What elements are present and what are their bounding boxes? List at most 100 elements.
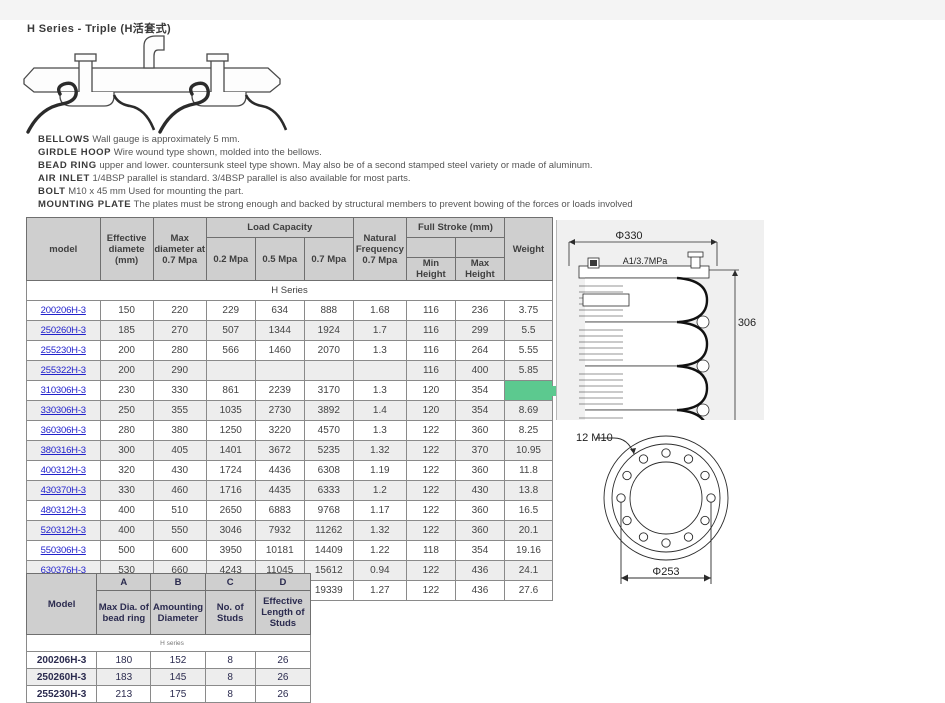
- cell-maxh: 436: [454, 560, 505, 581]
- table-row: 550306H-3 500 600 3950 10181 14409 1.22 118 354 1…: [26, 540, 554, 561]
- cell-model[interactable]: 550306H-3: [26, 540, 101, 561]
- cell-model[interactable]: 480312H-3: [26, 500, 101, 521]
- cell-nf: 1.3: [352, 380, 407, 401]
- note-text: Wall gauge is approximately 5 mm.: [92, 134, 240, 145]
- cell-w: 8.25: [503, 420, 554, 441]
- cell-w: 8.69: [503, 400, 554, 421]
- note-bead-ring: BEAD RING upper and lower. countersunk s…: [38, 159, 593, 172]
- cell-model[interactable]: 255322H-3: [26, 360, 101, 381]
- cell-model[interactable]: 330306H-3: [26, 400, 101, 421]
- header-effective-length-studs: Effective Length of Studs: [254, 590, 312, 635]
- table-row: 400312H-3 320 430 1724 4436 6308 1.19 122 360 11.…: [26, 460, 554, 481]
- cell-eff: 200: [99, 340, 154, 361]
- model-link[interactable]: 200206H-3: [41, 305, 86, 316]
- cell-a: 213: [96, 685, 152, 703]
- cell-l02: 1716: [205, 480, 256, 501]
- cell-w: 7.3: [503, 380, 554, 401]
- note-air-inlet: AIR INLET 1/4BSP parallel is standard. 3…: [38, 172, 568, 185]
- model-link[interactable]: 400312H-3: [41, 465, 86, 476]
- note-girdle-hoop: GIRDLE HOOP Wire wound type shown, molde…: [38, 146, 568, 159]
- cell-l02: 2650: [205, 500, 256, 521]
- cell-model[interactable]: 360306H-3: [26, 420, 101, 441]
- header-model: Model: [25, 573, 98, 635]
- cell-maxh: 236: [454, 300, 505, 321]
- cell-max: 220: [152, 300, 207, 321]
- cell-maxh: 360: [454, 520, 505, 541]
- header-load-02: 0.2 Mpa: [205, 237, 256, 281]
- cell-l02: 861: [205, 380, 256, 401]
- cell-minh: 116: [405, 360, 456, 381]
- note-mounting-plate: MOUNTING PLATE The plates must be strong…: [38, 198, 633, 211]
- cell-eff: 400: [99, 500, 154, 521]
- dimension-table: Model A B C D Max Dia. of bead ring Amou…: [25, 573, 312, 703]
- cell-maxh: 360: [454, 500, 505, 521]
- cell-nf: 1.4: [352, 400, 407, 421]
- table-row: 250260H-3 185 270 507 1344 1924 1.7 116 299 5.5: [26, 320, 554, 341]
- model-link[interactable]: 255230H-3: [41, 345, 86, 356]
- note-term: GIRDLE HOOP: [38, 147, 112, 158]
- cell-model[interactable]: 200206H-3: [26, 300, 101, 321]
- model-link[interactable]: 550306H-3: [41, 545, 86, 556]
- cell-minh: 118: [405, 540, 456, 561]
- cell-l02: 3950: [205, 540, 256, 561]
- cell-eff: 250: [99, 400, 154, 421]
- cell-b: 145: [150, 668, 206, 686]
- cell-max: 600: [152, 540, 207, 561]
- model-link[interactable]: 250260H-3: [41, 325, 86, 336]
- cell-minh: 122: [405, 500, 456, 521]
- table-row: 520312H-3 400 550 3046 7932 11262 1.32 122 360 20…: [26, 520, 554, 541]
- model-link[interactable]: 330306H-3: [41, 405, 86, 416]
- cell-b: 152: [150, 651, 206, 669]
- note-term: MOUNTING PLATE: [38, 199, 132, 210]
- cell-a: 180: [96, 651, 152, 669]
- table-row: 430370H-3 330 460 1716 4435 6333 1.2 122 430 13.8: [26, 480, 554, 501]
- model-link[interactable]: 360306H-3: [41, 425, 86, 436]
- cell-eff: 320: [99, 460, 154, 481]
- cell-eff: 300: [99, 440, 154, 461]
- table-row: 200206H-3 150 220 229 634 888 1.68 116 236 3.75: [26, 300, 554, 321]
- cell-model[interactable]: 255230H-3: [26, 340, 101, 361]
- cell-nf: 1.19: [352, 460, 407, 481]
- cell-a: 183: [96, 668, 152, 686]
- cell-nf: 1.17: [352, 500, 407, 521]
- model-link[interactable]: 380316H-3: [41, 445, 86, 456]
- cell-l07: 3892: [303, 400, 354, 421]
- table-row: 310306H-3 230 330 861 2239 3170 1.3 120 354 7.3: [26, 380, 554, 401]
- cell-nf: 1.2: [352, 480, 407, 501]
- cell-minh: 122: [405, 520, 456, 541]
- cell-model[interactable]: 520312H-3: [26, 520, 101, 541]
- table-row: 255322H-3 200 290 116 400 5.85: [26, 360, 554, 381]
- model-link[interactable]: 520312H-3: [41, 525, 86, 536]
- cell-model[interactable]: 310306H-3: [26, 380, 101, 401]
- cell-maxh: 400: [454, 360, 505, 381]
- model-link[interactable]: 480312H-3: [41, 505, 86, 516]
- cell-w: 5.5: [503, 320, 554, 341]
- cell-max: 280: [152, 340, 207, 361]
- cell-model[interactable]: 400312H-3: [26, 460, 101, 481]
- cell-d: 26: [254, 685, 312, 703]
- cell-model[interactable]: 250260H-3: [26, 320, 101, 341]
- model-link[interactable]: 310306H-3: [41, 385, 86, 396]
- cell-nf: 1.32: [352, 520, 407, 541]
- header-no-of-studs: No. of Studs: [204, 590, 256, 635]
- header-letter-b: B: [150, 573, 206, 591]
- table-row: 480312H-3 400 510 2650 6883 9768 1.17 122 360 16.…: [26, 500, 554, 521]
- model-link[interactable]: 255322H-3: [41, 365, 86, 376]
- cell-eff: 330: [99, 480, 154, 501]
- cell-l05: 3220: [254, 420, 305, 441]
- cell-l05: 10181: [254, 540, 305, 561]
- cell-minh: 116: [405, 300, 456, 321]
- cell-maxh: 430: [454, 480, 505, 501]
- cell-minh: 122: [405, 480, 456, 501]
- cell-model[interactable]: 380316H-3: [26, 440, 101, 461]
- cell-l02: 1724: [205, 460, 256, 481]
- group-label: H Series: [26, 280, 553, 301]
- cell-eff: 230: [99, 380, 154, 401]
- cell-l02: 1401: [205, 440, 256, 461]
- model-link[interactable]: 430370H-3: [41, 485, 86, 496]
- cell-model[interactable]: 430370H-3: [26, 480, 101, 501]
- cell-minh: 116: [405, 340, 456, 361]
- table-row: 200206H-3 180 152 8 26: [25, 651, 312, 669]
- cell-w: 27.6: [503, 580, 554, 601]
- table-row: 255230H-3 213 175 8 26: [25, 685, 312, 703]
